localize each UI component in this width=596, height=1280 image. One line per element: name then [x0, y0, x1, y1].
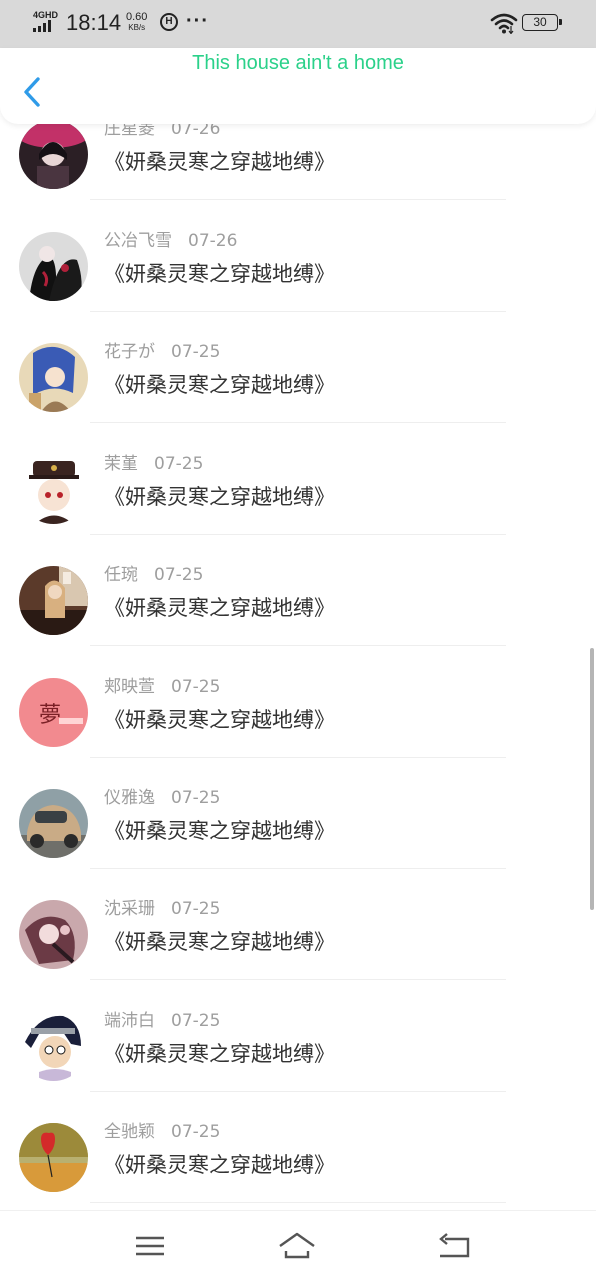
book-title: 《妍桑灵寒之穿越地缚》 — [104, 485, 335, 509]
post-date: 07-25 — [171, 788, 221, 808]
battery-icon: 30 — [522, 14, 562, 31]
book-title: 《妍桑灵寒之穿越地缚》 — [104, 262, 335, 286]
list-item[interactable]: 花子が 07-25 《妍桑灵寒之穿越地缚》 — [0, 341, 596, 453]
avatar[interactable] — [19, 566, 88, 635]
author-name: 任琬 — [104, 565, 138, 585]
menu-icon — [136, 1236, 164, 1256]
author-name: 端沛白 — [104, 1011, 155, 1031]
avatar[interactable] — [19, 1123, 88, 1192]
book-title: 《妍桑灵寒之穿越地缚》 — [104, 1153, 335, 1177]
post-date: 07-25 — [171, 1122, 221, 1142]
avatar[interactable] — [19, 124, 88, 189]
list-item[interactable]: 任琬 07-25 《妍桑灵寒之穿越地缚》 — [0, 564, 596, 676]
back-button[interactable] — [14, 68, 50, 116]
list-item[interactable]: 庄星菱 07-26 《妍桑灵寒之穿越地缚》 — [0, 124, 596, 230]
signal-icon — [33, 20, 57, 32]
author-name: 仪雅逸 — [104, 788, 155, 808]
book-title: 《妍桑灵寒之穿越地缚》 — [104, 930, 335, 954]
list-item[interactable]: 仪雅逸 07-25 《妍桑灵寒之穿越地缚》 — [0, 787, 596, 899]
home-icon — [279, 1232, 315, 1259]
list-item[interactable]: 全驰颖 07-25 《妍桑灵寒之穿越地缚》 — [0, 1121, 596, 1212]
system-nav-bar — [0, 1210, 596, 1280]
divider — [90, 199, 506, 200]
divider — [90, 1202, 506, 1203]
list-item[interactable]: 公冶飞雪 07-26 《妍桑灵寒之穿越地缚》 — [0, 230, 596, 342]
page-title: This house ain't a home — [192, 52, 404, 74]
book-title: 《妍桑灵寒之穿越地缚》 — [104, 708, 335, 732]
hd-badge-icon: H — [160, 13, 178, 31]
divider — [90, 422, 506, 423]
post-date: 07-26 — [188, 231, 238, 251]
divider — [90, 645, 506, 646]
post-date: 07-26 — [171, 124, 221, 139]
post-date: 07-25 — [154, 454, 204, 474]
book-title: 《妍桑灵寒之穿越地缚》 — [104, 819, 335, 843]
book-title: 《妍桑灵寒之穿越地缚》 — [104, 373, 335, 397]
book-title: 《妍桑灵寒之穿越地缚》 — [104, 150, 335, 174]
avatar[interactable] — [19, 232, 88, 301]
home-button[interactable] — [278, 1229, 316, 1263]
post-date: 07-25 — [154, 565, 204, 585]
network-speed: 0.60 KB/s — [126, 11, 148, 33]
book-title: 《妍桑灵寒之穿越地缚》 — [104, 596, 335, 620]
author-name: 公冶飞雪 — [104, 231, 172, 251]
divider — [90, 534, 506, 535]
author-name: 花子が — [104, 342, 155, 362]
network-type: 4GHD — [33, 10, 59, 20]
author-name: 茉堇 — [104, 454, 138, 474]
avatar[interactable] — [19, 455, 88, 524]
list-item[interactable]: 端沛白 07-25 《妍桑灵寒之穿越地缚》 — [0, 1010, 596, 1122]
wifi-icon — [490, 13, 518, 34]
app-header: This house ain't a home — [0, 48, 596, 124]
avatar[interactable] — [19, 1012, 88, 1081]
speed-unit: KB/s — [128, 23, 146, 32]
list-item[interactable]: 茉堇 07-25 《妍桑灵寒之穿越地缚》 — [0, 453, 596, 565]
avatar[interactable]: 夢 — [19, 678, 88, 747]
menu-button[interactable] — [131, 1229, 169, 1263]
post-date: 07-25 — [171, 899, 221, 919]
chevron-left-icon — [24, 77, 40, 107]
more-notifications: ··· — [186, 10, 209, 32]
book-title: 《妍桑灵寒之穿越地缚》 — [104, 1042, 335, 1066]
avatar-glyph: 夢 — [39, 703, 61, 728]
back-nav-button[interactable] — [435, 1229, 473, 1263]
list-item[interactable]: 沈采珊 07-25 《妍桑灵寒之穿越地缚》 — [0, 898, 596, 1010]
divider — [90, 757, 506, 758]
author-name: 全驰颖 — [104, 1122, 155, 1142]
avatar[interactable] — [19, 789, 88, 858]
divider — [90, 311, 506, 312]
post-date: 07-25 — [171, 1011, 221, 1031]
divider — [90, 868, 506, 869]
author-name: 郏映萱 — [104, 677, 155, 697]
post-date: 07-25 — [171, 342, 221, 362]
list-item[interactable]: 夢 郏映萱 07-25 《妍桑灵寒之穿越地缚》 — [0, 676, 596, 788]
reply-list[interactable]: 庄星菱 07-26 《妍桑灵寒之穿越地缚》 公冶飞雪 07-26 《妍桑灵寒之穿越地… — [0, 124, 596, 1212]
avatar[interactable] — [19, 900, 88, 969]
divider — [90, 1091, 506, 1092]
back-arrow-icon — [439, 1233, 470, 1258]
avatar[interactable] — [19, 343, 88, 412]
author-name: 沈采珊 — [104, 899, 155, 919]
divider — [90, 979, 506, 980]
author-name: 庄星菱 — [104, 124, 155, 139]
speed-value: 0.60 — [126, 11, 148, 23]
status-bar: 4GHD 18:14 0.60 KB/s H ··· 30 — [0, 0, 596, 48]
clock: 18:14 — [66, 10, 122, 35]
post-date: 07-25 — [171, 677, 221, 697]
scrollbar[interactable] — [590, 648, 594, 910]
